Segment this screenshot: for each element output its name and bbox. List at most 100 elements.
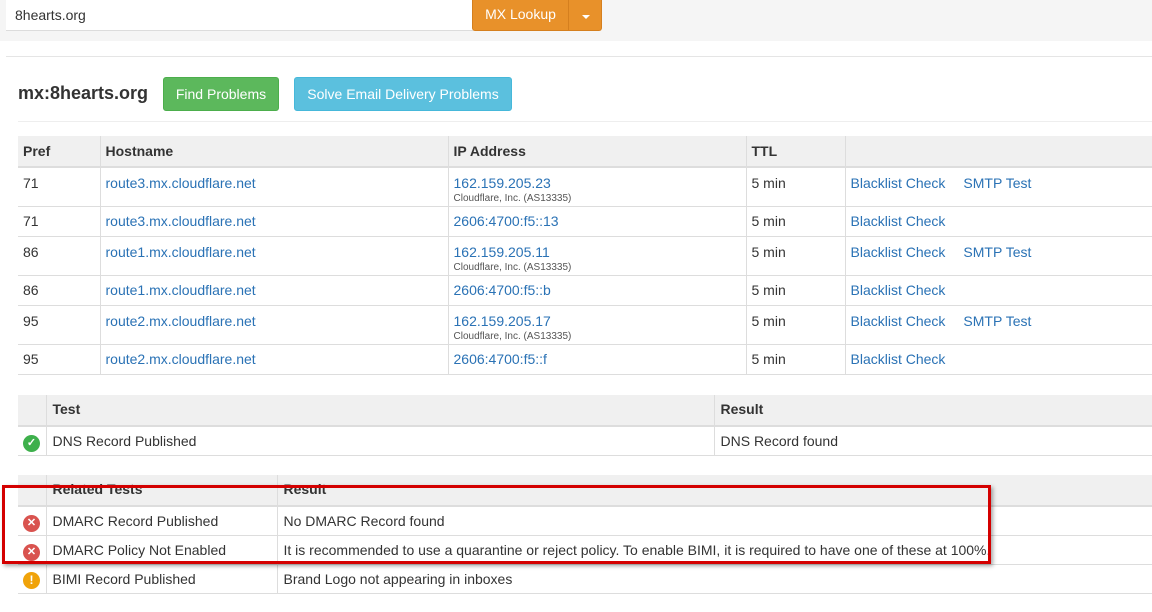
table-header-row: Pref Hostname IP Address TTL <box>18 136 1152 168</box>
column-header-test: Test <box>45 395 714 427</box>
table-row: ✓ DNS Record Published DNS Record found <box>18 426 1152 456</box>
error-circle-icon: ✕ <box>23 543 40 561</box>
table-row: ✕ DMARC Record Published No DMARC Record… <box>18 506 1152 536</box>
related-tests-table: Related Tests Result ✕ DMARC Record Publ… <box>18 475 1152 594</box>
table-row: 86 route1.mx.cloudflare.net 2606:4700:f5… <box>18 275 1152 306</box>
column-header-status <box>18 395 46 427</box>
blacklist-check-link[interactable]: Blacklist Check <box>851 351 946 367</box>
pref-cell: 86 <box>18 275 100 306</box>
column-header-result: Result <box>713 395 1152 427</box>
page-title: mx:8hearts.org <box>18 83 149 103</box>
mx-lookup-button[interactable]: MX Lookup <box>472 0 569 31</box>
hostname-link[interactable]: route1.mx.cloudflare.net <box>106 244 256 260</box>
caret-down-icon <box>582 15 590 19</box>
smtp-test-link[interactable]: SMTP Test <box>963 175 1031 191</box>
column-header-related-tests: Related Tests <box>45 475 277 507</box>
table-row: 71 route3.mx.cloudflare.net 2606:4700:f5… <box>18 206 1152 237</box>
blacklist-check-link[interactable]: Blacklist Check <box>851 213 946 229</box>
test-name-cell: BIMI Record Published <box>45 564 277 594</box>
smtp-test-link[interactable]: SMTP Test <box>963 313 1031 329</box>
hostname-cell: route2.mx.cloudflare.net <box>99 305 448 345</box>
pref-cell: 95 <box>18 305 100 345</box>
test-result-cell: It is recommended to use a quarantine or… <box>276 535 1152 565</box>
status-cell: ! <box>18 564 46 594</box>
pref-cell: 95 <box>18 344 100 375</box>
divider <box>6 56 1152 57</box>
mx-records-table: Pref Hostname IP Address TTL 71 route3.m… <box>18 136 1152 375</box>
column-header-status <box>18 475 46 507</box>
dns-test-table: Test Result ✓ DNS Record Published DNS R… <box>18 395 1152 456</box>
hostname-cell: route2.mx.cloudflare.net <box>99 344 448 375</box>
ip-cell: 162.159.205.23 Cloudflare, Inc. (AS13335) <box>447 167 746 207</box>
hostname-cell: route3.mx.cloudflare.net <box>99 206 448 237</box>
hostname-link[interactable]: route2.mx.cloudflare.net <box>106 351 256 367</box>
actions-cell: Blacklist Check SMTP Test <box>844 305 1152 345</box>
column-header-ip: IP Address <box>447 136 746 168</box>
column-header-hostname: Hostname <box>99 136 448 168</box>
table-header-row: Test Result <box>18 395 1152 427</box>
hostname-link[interactable]: route3.mx.cloudflare.net <box>106 213 256 229</box>
test-result-cell: No DMARC Record found <box>276 506 1152 536</box>
blacklist-check-link[interactable]: Blacklist Check <box>851 175 946 191</box>
divider <box>18 121 1152 122</box>
actions-cell: Blacklist Check <box>844 344 1152 375</box>
table-row: 86 route1.mx.cloudflare.net 162.159.205.… <box>18 236 1152 276</box>
ip-address-link[interactable]: 162.159.205.23 <box>454 175 551 191</box>
ip-address-link[interactable]: 2606:4700:f5::13 <box>454 213 559 229</box>
hostname-link[interactable]: route3.mx.cloudflare.net <box>106 175 256 191</box>
table-row: 71 route3.mx.cloudflare.net 162.159.205.… <box>18 167 1152 207</box>
ttl-cell: 5 min <box>745 275 845 306</box>
blacklist-check-link[interactable]: Blacklist Check <box>851 313 946 329</box>
actions-cell: Blacklist Check SMTP Test <box>844 167 1152 207</box>
ip-cell: 2606:4700:f5::f <box>447 344 746 375</box>
ttl-cell: 5 min <box>745 206 845 237</box>
test-name-cell: DNS Record Published <box>45 426 714 456</box>
lookup-dropdown-toggle[interactable] <box>568 0 602 31</box>
column-header-actions <box>844 136 1152 168</box>
table-row: ✕ DMARC Policy Not Enabled It is recomme… <box>18 535 1152 565</box>
pref-cell: 71 <box>18 167 100 207</box>
pref-cell: 71 <box>18 206 100 237</box>
column-header-ttl: TTL <box>745 136 845 168</box>
hostname-link[interactable]: route2.mx.cloudflare.net <box>106 313 256 329</box>
hostname-cell: route1.mx.cloudflare.net <box>99 275 448 306</box>
domain-search-input[interactable] <box>6 0 473 31</box>
actions-cell: Blacklist Check <box>844 206 1152 237</box>
top-search-bar: MX Lookup <box>0 0 1152 41</box>
ip-address-link[interactable]: 162.159.205.17 <box>454 313 551 329</box>
column-header-result: Result <box>276 475 1152 507</box>
test-name-cell: DMARC Record Published <box>45 506 277 536</box>
error-circle-icon: ✕ <box>23 515 40 532</box>
blacklist-check-link[interactable]: Blacklist Check <box>851 282 946 298</box>
ip-cell: 2606:4700:f5::13 <box>447 206 746 237</box>
status-cell: ✕ <box>18 506 46 536</box>
blacklist-check-link[interactable]: Blacklist Check <box>851 244 946 260</box>
test-result-cell: DNS Record found <box>713 426 1152 456</box>
find-problems-button[interactable]: Find Problems <box>163 77 279 111</box>
ttl-cell: 5 min <box>745 167 845 207</box>
table-row: ! BIMI Record Published Brand Logo not a… <box>18 564 1152 594</box>
ip-cell: 162.159.205.17 Cloudflare, Inc. (AS13335) <box>447 305 746 345</box>
asn-label: Cloudflare, Inc. (AS13335) <box>453 261 572 273</box>
table-row: 95 route2.mx.cloudflare.net 162.159.205.… <box>18 305 1152 345</box>
table-header-row: Related Tests Result <box>18 475 1152 507</box>
column-header-pref: Pref <box>18 136 100 168</box>
solve-email-delivery-button[interactable]: Solve Email Delivery Problems <box>294 77 512 111</box>
test-name-cell: DMARC Policy Not Enabled <box>45 535 277 565</box>
asn-label: Cloudflare, Inc. (AS13335) <box>453 330 572 342</box>
ip-address-link[interactable]: 162.159.205.11 <box>454 244 550 260</box>
ip-address-link[interactable]: 2606:4700:f5::f <box>454 351 547 367</box>
table-row: 95 route2.mx.cloudflare.net 2606:4700:f5… <box>18 344 1152 375</box>
actions-cell: Blacklist Check SMTP Test <box>844 236 1152 276</box>
ttl-cell: 5 min <box>745 344 845 375</box>
hostname-cell: route1.mx.cloudflare.net <box>99 236 448 276</box>
asn-label: Cloudflare, Inc. (AS13335) <box>453 193 572 204</box>
ttl-cell: 5 min <box>745 305 845 345</box>
smtp-test-link[interactable]: SMTP Test <box>963 244 1031 260</box>
check-circle-icon: ✓ <box>23 435 40 452</box>
status-cell: ✓ <box>18 426 46 456</box>
ip-address-link[interactable]: 2606:4700:f5::b <box>454 282 551 298</box>
pref-cell: 86 <box>18 236 100 276</box>
hostname-link[interactable]: route1.mx.cloudflare.net <box>106 282 256 298</box>
test-result-cell: Brand Logo not appearing in inboxes <box>276 564 1152 594</box>
